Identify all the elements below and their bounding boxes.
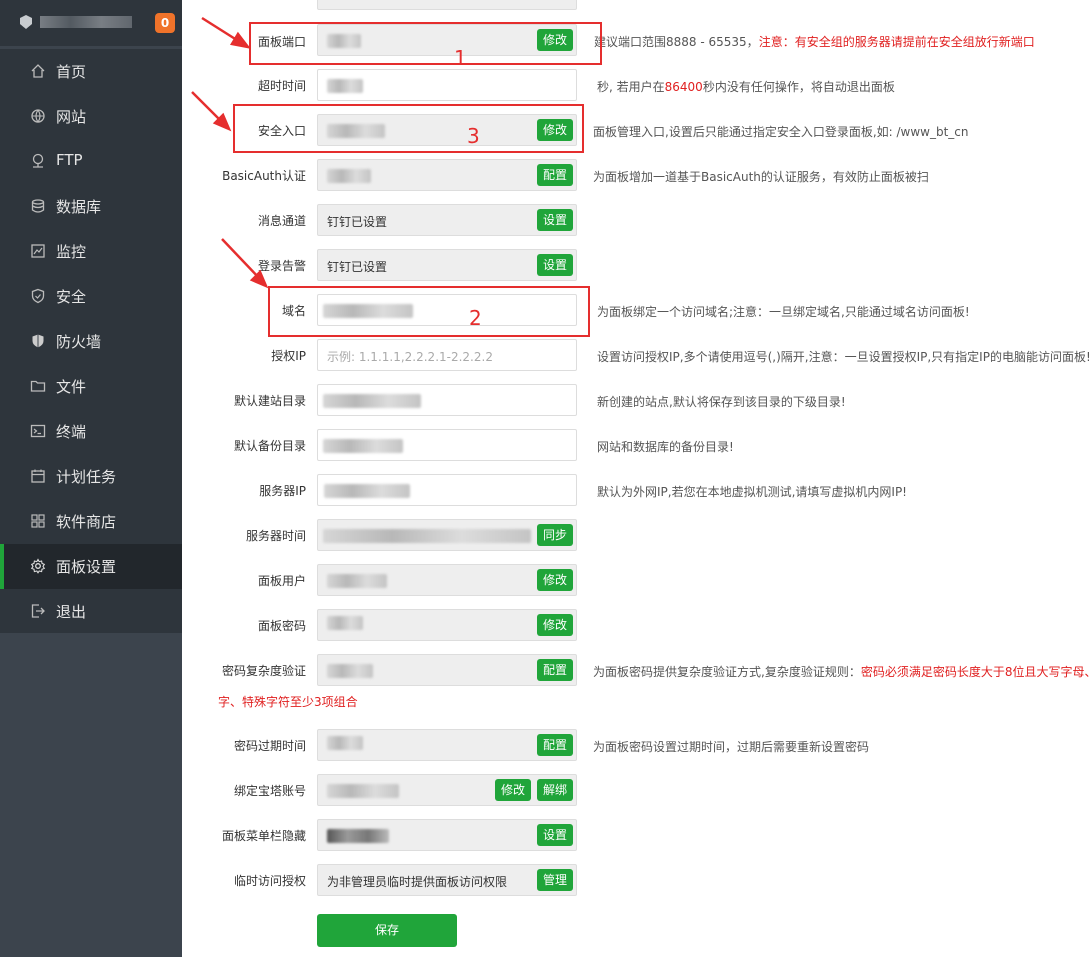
arrow-icon: [191, 16, 269, 289]
annotation-arrows: [191, 16, 269, 289]
